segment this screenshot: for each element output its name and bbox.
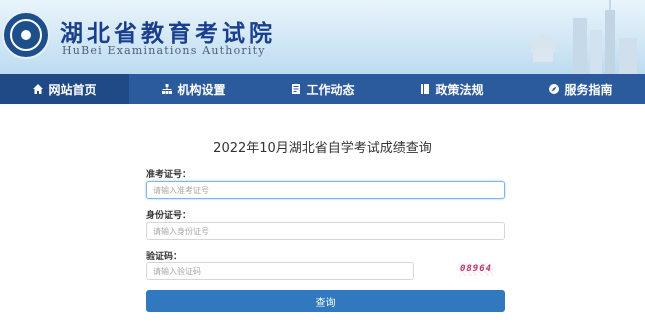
site-subtitle: HuBei Examinations Authority: [62, 44, 266, 57]
nav-label: 网站首页: [48, 82, 97, 97]
nav-item-news[interactable]: 工作动态: [258, 74, 387, 104]
home-icon: [33, 84, 44, 94]
skyline-decoration: [525, 0, 637, 74]
exam-id-input[interactable]: [146, 181, 505, 199]
site-header: 湖北省教育考试院 HuBei Examinations Authority: [0, 0, 645, 74]
book-icon: [421, 84, 430, 94]
nav-item-home[interactable]: 网站首页: [0, 74, 129, 104]
page-title: 2022年10月湖北省自学考试成绩查询: [213, 141, 432, 156]
nav-item-organization[interactable]: 机构设置: [129, 74, 258, 104]
nav-label: 政策法规: [435, 82, 484, 97]
org-chart-icon: [162, 84, 173, 94]
query-button[interactable]: 查询: [146, 290, 505, 312]
nav-label: 服务指南: [564, 82, 613, 97]
site-title: 湖北省教育考试院: [60, 20, 276, 47]
captcha-label: 验证码：: [146, 252, 183, 262]
nav-item-service[interactable]: 服务指南: [516, 74, 645, 104]
id-card-input[interactable]: [146, 222, 505, 240]
compass-icon: [549, 84, 560, 94]
nav-label: 工作动态: [306, 82, 355, 97]
nav-label: 机构设置: [177, 82, 226, 97]
captcha-input[interactable]: [146, 262, 414, 280]
main-nav: 网站首页 机构设置 工作动态 政策法规 服务指南: [0, 74, 645, 104]
authority-logo-icon[interactable]: [2, 11, 50, 59]
captcha-image[interactable]: 08964: [459, 263, 493, 276]
id-card-label: 身份证号：: [146, 211, 192, 221]
nav-item-policy[interactable]: 政策法规: [387, 74, 516, 104]
document-icon: [292, 84, 301, 94]
exam-id-label: 准考证号：: [146, 170, 192, 180]
